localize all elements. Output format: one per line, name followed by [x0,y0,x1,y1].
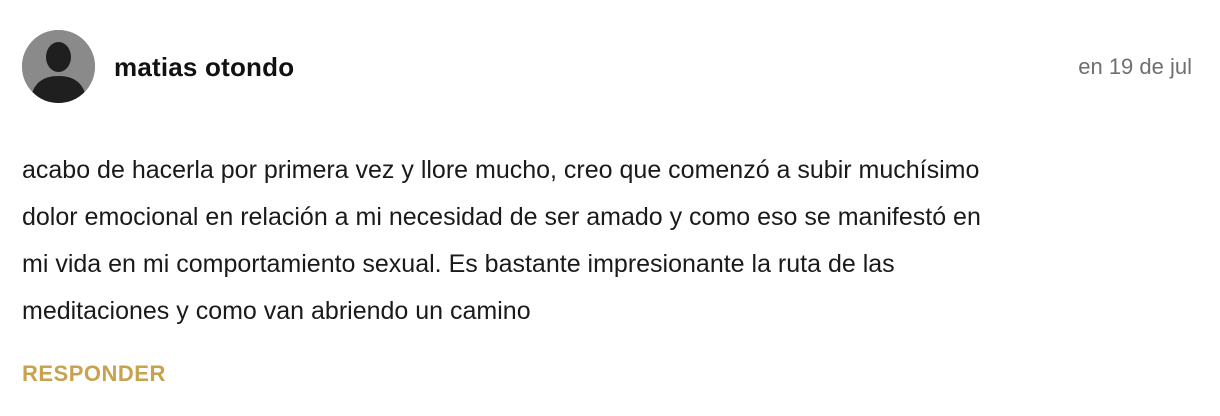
comment-line: mi vida en mi comportamiento sexual. Es … [22,250,895,278]
avatar [22,30,95,103]
comment-line: dolor emocional en relación a mi necesid… [22,203,981,231]
author-name: matias otondo [114,52,295,82]
user-silhouette-icon [22,30,95,103]
comment: matias otondo en 19 de jul acabo de hace… [22,30,1192,400]
comment-body: acabo de hacerla por primera vez y llore… [22,147,1192,335]
comment-date[interactable]: en 19 de jul [1078,54,1192,80]
comment-line: acabo de hacerla por primera vez y llore… [22,156,980,184]
comment-header: matias otondo en 19 de jul [22,30,1192,104]
comment-line: meditaciones y como van abriendo un cami… [22,297,531,325]
reply-button[interactable]: RESPONDER [22,361,166,387]
